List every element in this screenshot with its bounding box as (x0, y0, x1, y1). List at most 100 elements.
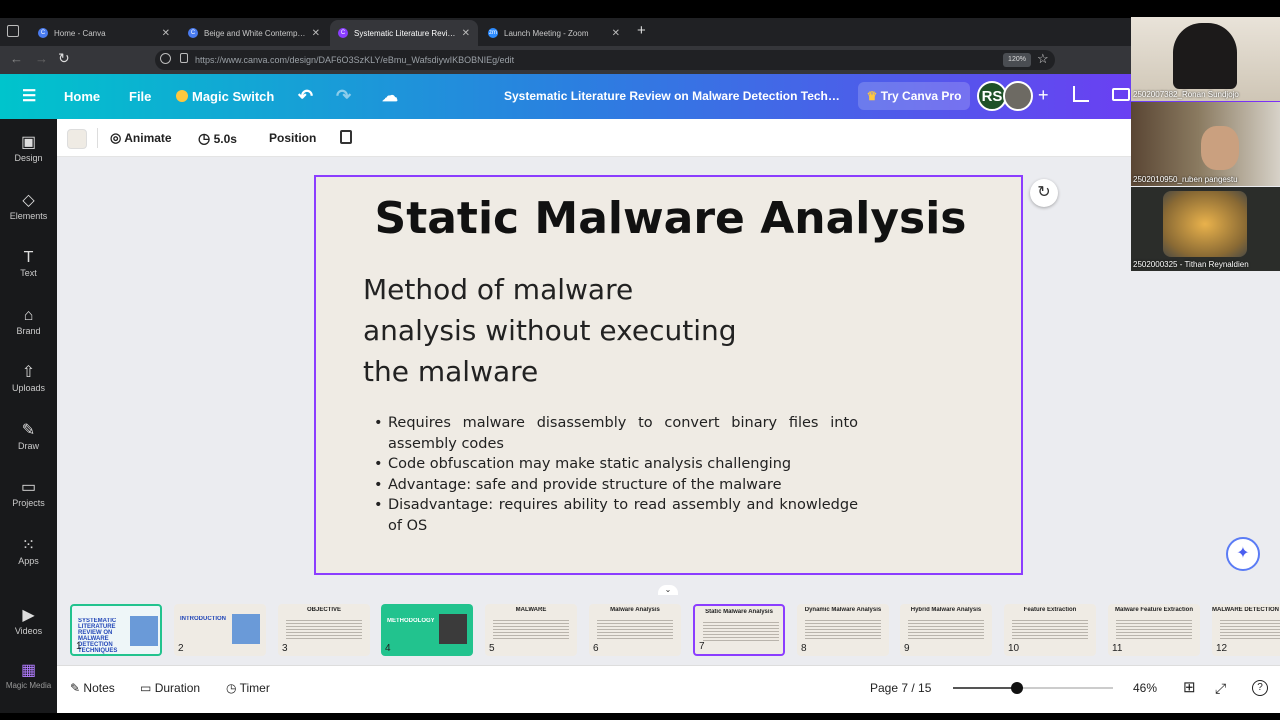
hamburger-icon[interactable]: ☰ (22, 74, 36, 119)
collaborator-avatar[interactable] (1003, 81, 1033, 111)
duration-button[interactable]: ▭ Duration (140, 675, 200, 701)
slide-canvas[interactable]: Static Malware Analysis Method of malwar… (314, 175, 1023, 575)
thumbnail-title: OBJECTIVE (306, 607, 341, 613)
close-icon[interactable]: ✕ (312, 28, 320, 39)
close-icon[interactable]: ✕ (162, 28, 170, 39)
page-thumbnail[interactable]: INTRODUCTION 2 (174, 604, 266, 656)
sidebar-item-videos[interactable]: ▶ Videos (0, 606, 57, 636)
sidebar-item-uploads[interactable]: ⇧ Uploads (0, 363, 57, 393)
tab-beige-white[interactable]: C Beige and White Contemporary ✕ (180, 20, 328, 46)
zoom-video-tile[interactable]: 2502000325 - Tithan Reynaldien (1131, 187, 1280, 271)
thumbnail-title: INTRODUCTION (180, 616, 226, 622)
try-canva-pro-button[interactable]: ♛ Try Canva Pro (858, 82, 970, 110)
analytics-icon[interactable] (1073, 86, 1089, 102)
thumbnail-content (232, 614, 260, 644)
forward-icon[interactable]: → (35, 51, 48, 66)
notes-button[interactable]: ✎ Notes (70, 675, 115, 701)
tab-search-icon[interactable] (7, 25, 19, 37)
timer-icon: ◷ (226, 681, 237, 695)
file-menu[interactable]: File (129, 74, 151, 119)
zoom-video-tile[interactable]: 2502010950_ruben pangestu (1131, 102, 1280, 186)
help-icon[interactable]: ? (1252, 680, 1268, 696)
duration-button[interactable]: ◷ 5.0s (198, 119, 237, 157)
thumbnail-content (805, 618, 881, 640)
tab-home-canva[interactable]: C Home - Canva ✕ (30, 20, 178, 46)
sidebar-item-draw[interactable]: ✎ Draw (0, 421, 57, 451)
canva-favicon-icon: C (338, 28, 348, 38)
chevron-down-icon[interactable]: ⌄ (658, 585, 678, 595)
thumbnail-title: Feature Extraction (1023, 607, 1077, 613)
add-collaborator-icon[interactable]: + (1038, 85, 1049, 106)
fullscreen-icon[interactable]: ⤢ (1215, 675, 1226, 701)
lock-icon[interactable] (340, 130, 352, 144)
page-thumbnail[interactable]: Malware Analysis 6 (589, 604, 681, 656)
page-thumbnail[interactable]: Dynamic Malware Analysis 8 (797, 604, 889, 656)
thumbnail-title: Hybrid Malware Analysis (910, 607, 982, 613)
back-icon[interactable]: ← (10, 51, 23, 66)
grid-view-icon[interactable]: ⊞ (1183, 675, 1196, 701)
page-thumbnail[interactable]: MALWARE 5 (485, 604, 577, 656)
page-thumbnail[interactable]: Malware Feature Extraction 11 (1108, 604, 1200, 656)
zoom-percent[interactable]: 46% (1133, 675, 1157, 701)
upload-icon: ⇧ (21, 364, 36, 381)
background-color-swatch[interactable] (67, 129, 87, 149)
home-button[interactable]: Home (64, 74, 100, 119)
thumbnail-number: 11 (1112, 643, 1123, 654)
page-thumbnail[interactable]: Static Malware Analysis 7 (693, 604, 785, 656)
page-thumbnail[interactable]: MALWARE DETECTION TECHNIQUES 12 (1212, 604, 1280, 656)
url-field[interactable]: https://www.canva.com/design/DAF6O3SzKLY… (155, 50, 1055, 70)
reload-icon[interactable]: ↻ (58, 50, 70, 67)
present-icon[interactable] (1112, 88, 1130, 101)
site-info-icon[interactable] (160, 53, 171, 64)
sidebar-item-magic-media[interactable]: ▦ Magic Media (0, 661, 57, 690)
page-thumbnail[interactable]: METHODOLOGY 4 (381, 604, 473, 656)
page-indicator[interactable]: Page 7 / 15 (870, 675, 931, 701)
magic-sparkle-icon[interactable]: ✦ (1226, 537, 1260, 571)
zoom-video-tile[interactable]: 2502007382_Ronan Sundjojo (1131, 17, 1280, 101)
new-tab-button[interactable]: + (637, 22, 646, 39)
tab-systematic-review[interactable]: C Systematic Literature Review on ✕ (330, 20, 478, 46)
sidebar-item-projects[interactable]: ▭ Projects (0, 478, 57, 508)
refresh-icon[interactable]: ↻ (1030, 179, 1058, 207)
shapes-icon: ◇ (22, 192, 35, 209)
slide-bullet-list[interactable]: Requires malware disassembly to convert … (364, 413, 858, 536)
thumbnail-content (1220, 618, 1280, 640)
position-button[interactable]: Position (269, 119, 316, 157)
magic-switch-button[interactable]: Magic Switch (176, 74, 274, 119)
thumbnail-number: 3 (282, 643, 288, 654)
zoom-slider-handle[interactable] (1011, 682, 1023, 694)
redo-icon[interactable]: ↷ (336, 74, 351, 119)
page-thumbnail[interactable]: Hybrid Malware Analysis 9 (900, 604, 992, 656)
sidebar-item-apps[interactable]: ⁙ Apps (0, 536, 57, 566)
participant-name: 2502010950_ruben pangestu (1133, 175, 1238, 184)
page-thumbnail[interactable]: OBJECTIVE 3 (278, 604, 370, 656)
zoom-slider[interactable] (953, 682, 1113, 694)
animate-icon: ◎ (110, 130, 122, 145)
clock-icon: ◷ (198, 130, 211, 146)
design-title[interactable]: Systematic Literature Review on Malware … (504, 74, 844, 119)
tab-zoom-meeting[interactable]: zm Launch Meeting - Zoom ✕ (480, 20, 628, 46)
canva-favicon-icon: C (38, 28, 48, 38)
bookmark-star-icon[interactable]: ☆ (1037, 51, 1049, 67)
sidebar-item-design[interactable]: ▣ Design (0, 133, 57, 163)
slide-title[interactable]: Static Malware Analysis (316, 193, 1025, 244)
close-icon[interactable]: ✕ (612, 28, 620, 39)
bullet-item: Disadvantage: requires ability to read a… (364, 495, 858, 536)
undo-icon[interactable]: ↶ (298, 74, 313, 119)
page-thumbnail[interactable]: SYSTEMATIC LITERATURE REVIEW ON MALWARE … (70, 604, 162, 656)
animate-button[interactable]: ◎ Animate (110, 119, 172, 157)
sidebar-item-text[interactable]: T Text (0, 248, 57, 278)
thumbnail-title: Dynamic Malware Analysis (804, 607, 882, 613)
thumbnail-content (286, 618, 362, 640)
browser-zoom-badge[interactable]: 120% (1003, 53, 1031, 67)
sidebar-item-brand[interactable]: ⌂ Brand (0, 306, 57, 336)
timer-button[interactable]: ◷ Timer (226, 675, 270, 701)
page-thumbnail[interactable]: Feature Extraction 10 (1004, 604, 1096, 656)
crown-icon (176, 90, 188, 102)
cloud-save-icon[interactable]: ☁ (382, 74, 398, 119)
slide-subtitle[interactable]: Method of malware analysis without execu… (363, 269, 743, 392)
thumbnail-number: 9 (904, 643, 910, 654)
sidebar-item-elements[interactable]: ◇ Elements (0, 191, 57, 221)
close-icon[interactable]: ✕ (462, 28, 470, 39)
bullet-item: Code obfuscation may make static analysi… (364, 454, 858, 475)
